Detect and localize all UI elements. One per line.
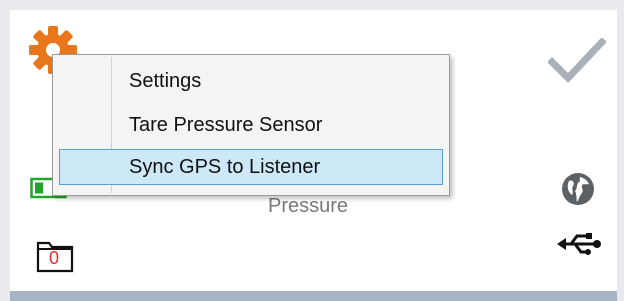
menu-item-sync-gps-to-listener[interactable]: Sync GPS to Listener [59, 149, 443, 185]
menu-item-label: Settings [129, 70, 202, 92]
pressure-label: Pressure [268, 195, 349, 217]
menu-item-label: Sync GPS to Listener [129, 156, 321, 178]
menu-item-label: Tare Pressure Sensor [129, 114, 323, 136]
menu-item-settings[interactable]: Settings [59, 63, 443, 99]
folder-badge: 0 [49, 248, 60, 268]
folder-icon[interactable]: 0 [36, 237, 76, 273]
usb-icon [557, 233, 601, 255]
card-bottom-border [10, 291, 617, 301]
menu-item-tare-pressure-sensor[interactable]: Tare Pressure Sensor [59, 107, 443, 143]
context-menu: Settings Tare Pressure Sensor Sync GPS t… [52, 54, 450, 196]
checkmark-icon[interactable] [548, 38, 606, 84]
globe-icon [562, 173, 594, 205]
